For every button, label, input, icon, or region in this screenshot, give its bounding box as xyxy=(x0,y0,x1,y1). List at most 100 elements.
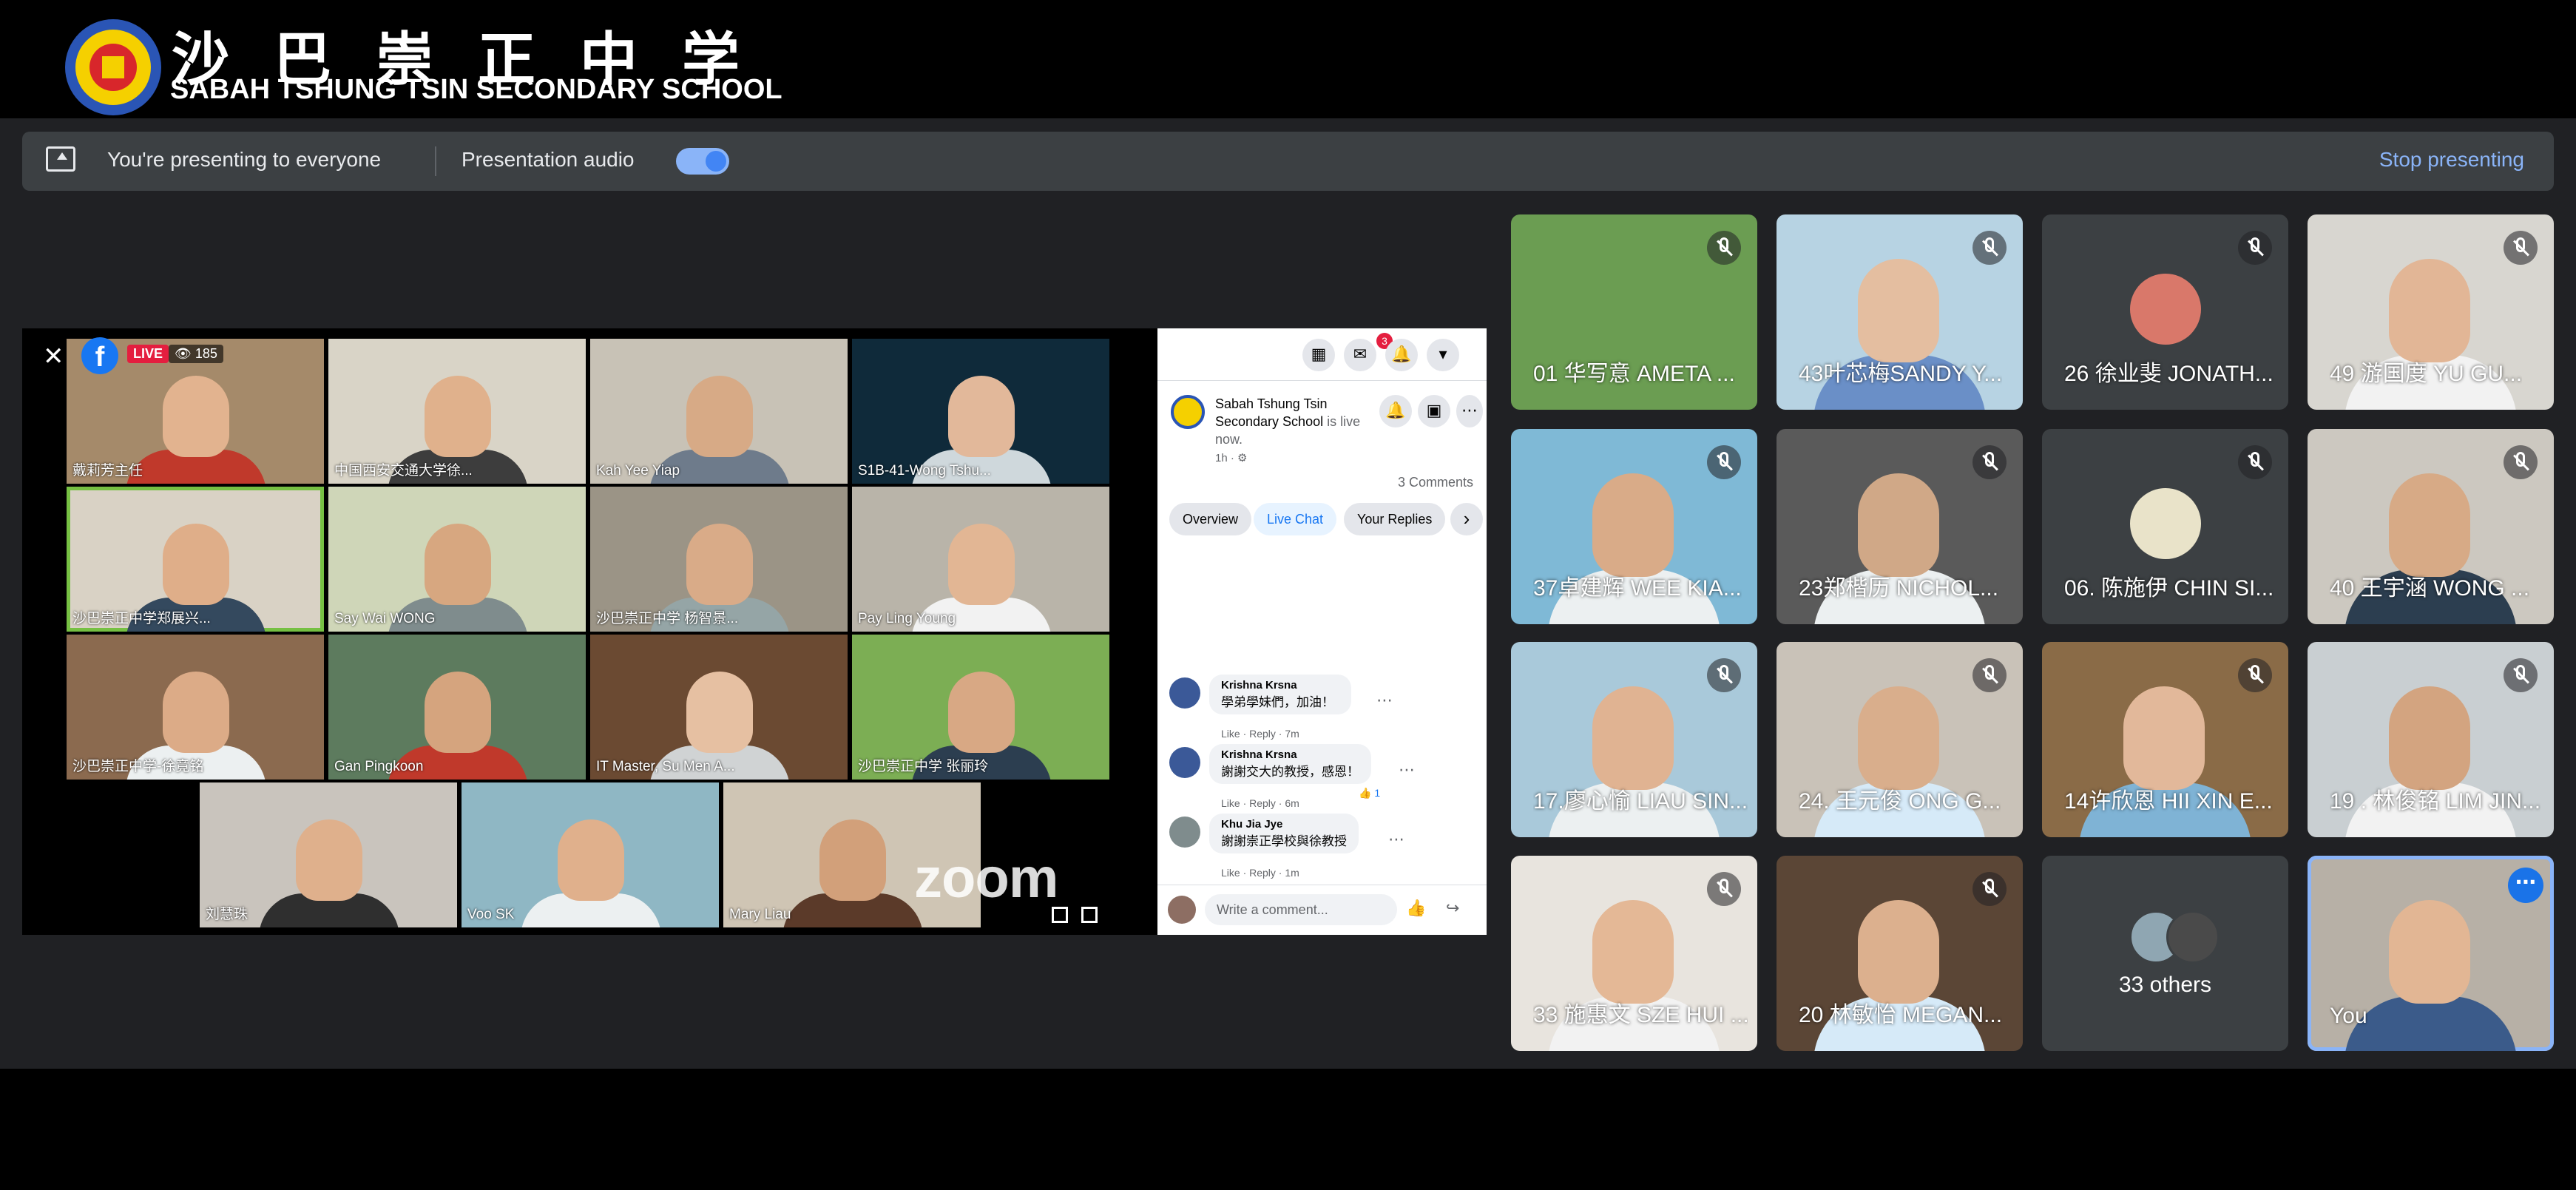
like-icon[interactable]: 👍 xyxy=(1406,899,1426,918)
comment-author[interactable]: Krishna Krsna xyxy=(1221,748,1359,761)
comment-text: 謝謝崇正學校與徐教授 xyxy=(1221,834,1347,848)
mic-off-icon xyxy=(1972,658,2007,692)
zoom-video-tile: 中国西安交通大学徐... xyxy=(328,339,586,484)
participant-name: 26 徐业斐 JONATH... xyxy=(2064,362,2274,386)
zoom-video-tile: Gan Pingkoon xyxy=(328,635,586,780)
menu-grid-button[interactable]: ▦ xyxy=(1302,339,1335,371)
participant-face xyxy=(1858,473,1939,577)
participant-tile[interactable]: 37卓建辉 WEE KIA... xyxy=(1511,429,1757,624)
self-label: You xyxy=(2330,1004,2367,1028)
zoom-participant-name: 刘慧珠 xyxy=(206,907,249,922)
participant-face xyxy=(1592,473,1674,577)
page-avatar[interactable] xyxy=(1171,395,1205,429)
participant-tile[interactable]: 24. 王元俊 ONG G... xyxy=(1777,642,2023,837)
participant-tile[interactable]: 49 游国度 YU GU... xyxy=(2308,214,2554,410)
post-time: 1h · ⚙ xyxy=(1215,452,1248,464)
bell-icon: 🔔 xyxy=(1385,401,1406,419)
school-name-english: SABAH TSHUNG TSIN SECONDARY SCHOOL xyxy=(170,74,782,105)
comments-count[interactable]: 3 Comments xyxy=(1398,475,1473,490)
mic-off-icon xyxy=(2504,231,2538,265)
page-name[interactable]: Sabah Tshung Tsin Secondary School xyxy=(1215,396,1327,429)
bell-button[interactable]: 🔔 xyxy=(1379,395,1412,427)
participant-tile[interactable]: 23郑楷历 NICHOL... xyxy=(1777,429,2023,624)
presentation-audio-label: Presentation audio xyxy=(462,148,635,171)
participant-name: 01 华写意 AMETA ... xyxy=(1533,362,1735,386)
messenger-icon: ✉ xyxy=(1353,345,1368,363)
participant-face xyxy=(558,819,624,901)
messenger-button[interactable]: ✉ xyxy=(1344,339,1376,371)
participant-tile[interactable]: 33 施惠文 SZE HUI ... xyxy=(1511,856,1757,1051)
zoom-video-tile: 刘慧珠 xyxy=(200,782,457,927)
comment-options-icon[interactable]: ⋯ xyxy=(1376,691,1393,710)
zoom-participant-name: 戴莉芳主任 xyxy=(72,463,143,479)
participant-tile[interactable]: 06. 陈施伊 CHIN SI... xyxy=(2042,429,2288,624)
zoom-participant-name: Voo SK xyxy=(467,907,515,922)
comment-meta[interactable]: Like · Reply · 1m xyxy=(1221,867,1299,879)
zoom-participant-name: 中国西安交通大学徐... xyxy=(334,463,473,479)
presenting-banner: You're presenting to everyone Presentati… xyxy=(22,132,2554,191)
mic-off-icon xyxy=(1972,872,2007,906)
participant-tile[interactable]: 40 王宇涵 WONG ... xyxy=(2308,429,2554,624)
participant-silhouette xyxy=(2345,996,2517,1051)
expand-icon[interactable] xyxy=(1052,907,1068,923)
participant-tile[interactable]: 26 徐业斐 JONATH... xyxy=(2042,214,2288,410)
comment-like-value: 1 xyxy=(1374,787,1381,799)
zoom-watermark: zoom xyxy=(914,847,1058,910)
tab-live-chat[interactable]: Live Chat xyxy=(1254,503,1337,535)
comment-meta[interactable]: Like · Reply · 6m xyxy=(1221,797,1299,809)
participant-face xyxy=(686,672,753,753)
notifications-button[interactable]: 🔔 xyxy=(1385,339,1418,371)
zoom-video-tile: Kah Yee Yiap xyxy=(590,339,848,484)
zoom-video-tile: 沙巴崇正中学-徐竟铭 xyxy=(67,635,324,780)
participant-name: 40 王宇涵 WONG ... xyxy=(2330,576,2530,601)
tab-your-replies[interactable]: Your Replies xyxy=(1344,503,1446,535)
tabs-next-button[interactable]: › xyxy=(1450,503,1483,535)
participant-tile[interactable]: 01 华写意 AMETA ... xyxy=(1511,214,1757,410)
comment-author[interactable]: Krishna Krsna xyxy=(1221,679,1339,692)
close-icon[interactable]: ✕ xyxy=(43,342,64,371)
presenting-status: You're presenting to everyone xyxy=(107,148,382,171)
shared-screen: 戴莉芳主任 中国西安交通大学徐... Kah Yee Yiap S1B-41-Wong… xyxy=(22,328,1487,935)
participant-name: 19 . 林俊铭 LIM JIN... xyxy=(2330,789,2541,814)
commenter-avatar[interactable] xyxy=(1169,677,1200,709)
participant-tile[interactable]: 20 林敏怡 MEGAN... xyxy=(1777,856,2023,1051)
commenter-avatar[interactable] xyxy=(1169,817,1200,848)
account-button[interactable]: ▾ xyxy=(1427,339,1459,371)
mic-off-icon xyxy=(1707,445,1741,479)
zoom-video-tile: 沙巴崇正中学 张丽玲 xyxy=(852,635,1109,780)
zoom-participant-name: IT Master, Su Men A... xyxy=(596,759,735,774)
presentation-audio-toggle[interactable] xyxy=(676,148,729,175)
participant-name: 23郑楷历 NICHOL... xyxy=(1799,576,1999,601)
tab-overview[interactable]: Overview xyxy=(1169,503,1252,535)
picture-in-picture-icon[interactable] xyxy=(1081,907,1098,923)
participant-tile[interactable]: 17.廖心愉 LIAU SIN... xyxy=(1511,642,1757,837)
more-options-button[interactable]: ⋯ xyxy=(2508,868,2543,903)
more-options-button[interactable]: ⋯ xyxy=(1456,395,1483,427)
participant-tile[interactable]: 19 . 林俊铭 LIM JIN... xyxy=(2308,642,2554,837)
commenter-avatar[interactable] xyxy=(1169,747,1200,778)
comment-meta[interactable]: Like · Reply · 7m xyxy=(1221,728,1299,740)
zoom-video-tile: IT Master, Su Men A... xyxy=(590,635,848,780)
bottom-bar xyxy=(0,1069,2576,1190)
comment-options-icon[interactable]: ⋯ xyxy=(1399,760,1415,780)
others-tile[interactable]: 33 others xyxy=(2042,856,2288,1051)
chevron-down-icon: ▾ xyxy=(1439,345,1447,363)
facebook-icon: f xyxy=(81,337,118,374)
participant-name: 24. 王元俊 ONG G... xyxy=(1799,789,2001,814)
mic-off-icon xyxy=(2238,445,2272,479)
comment-input[interactable]: Write a comment... xyxy=(1205,894,1397,925)
stop-presenting-button[interactable]: Stop presenting xyxy=(2379,148,2524,172)
participant-face xyxy=(948,524,1015,605)
participant-tile[interactable]: 43叶芯梅SANDY Y... xyxy=(1777,214,2023,410)
participant-tile[interactable]: 14许欣恩 HII XIN E... xyxy=(2042,642,2288,837)
self-video-tile[interactable]: You ⋯ xyxy=(2308,856,2554,1051)
zoom-video-tile: 沙巴崇正中学 杨智景... xyxy=(590,487,848,632)
zoom-participant-name: Pay Ling Young xyxy=(858,611,956,626)
participant-face xyxy=(2123,686,2205,790)
share-icon[interactable]: ↪ xyxy=(1446,899,1459,918)
comment-options-icon[interactable]: ⋯ xyxy=(1388,830,1404,849)
comment-author[interactable]: Khu Jia Jye xyxy=(1221,818,1347,831)
participant-face xyxy=(948,672,1015,753)
grid-icon: ▦ xyxy=(1311,345,1327,363)
save-button[interactable]: ▣ xyxy=(1418,395,1450,427)
